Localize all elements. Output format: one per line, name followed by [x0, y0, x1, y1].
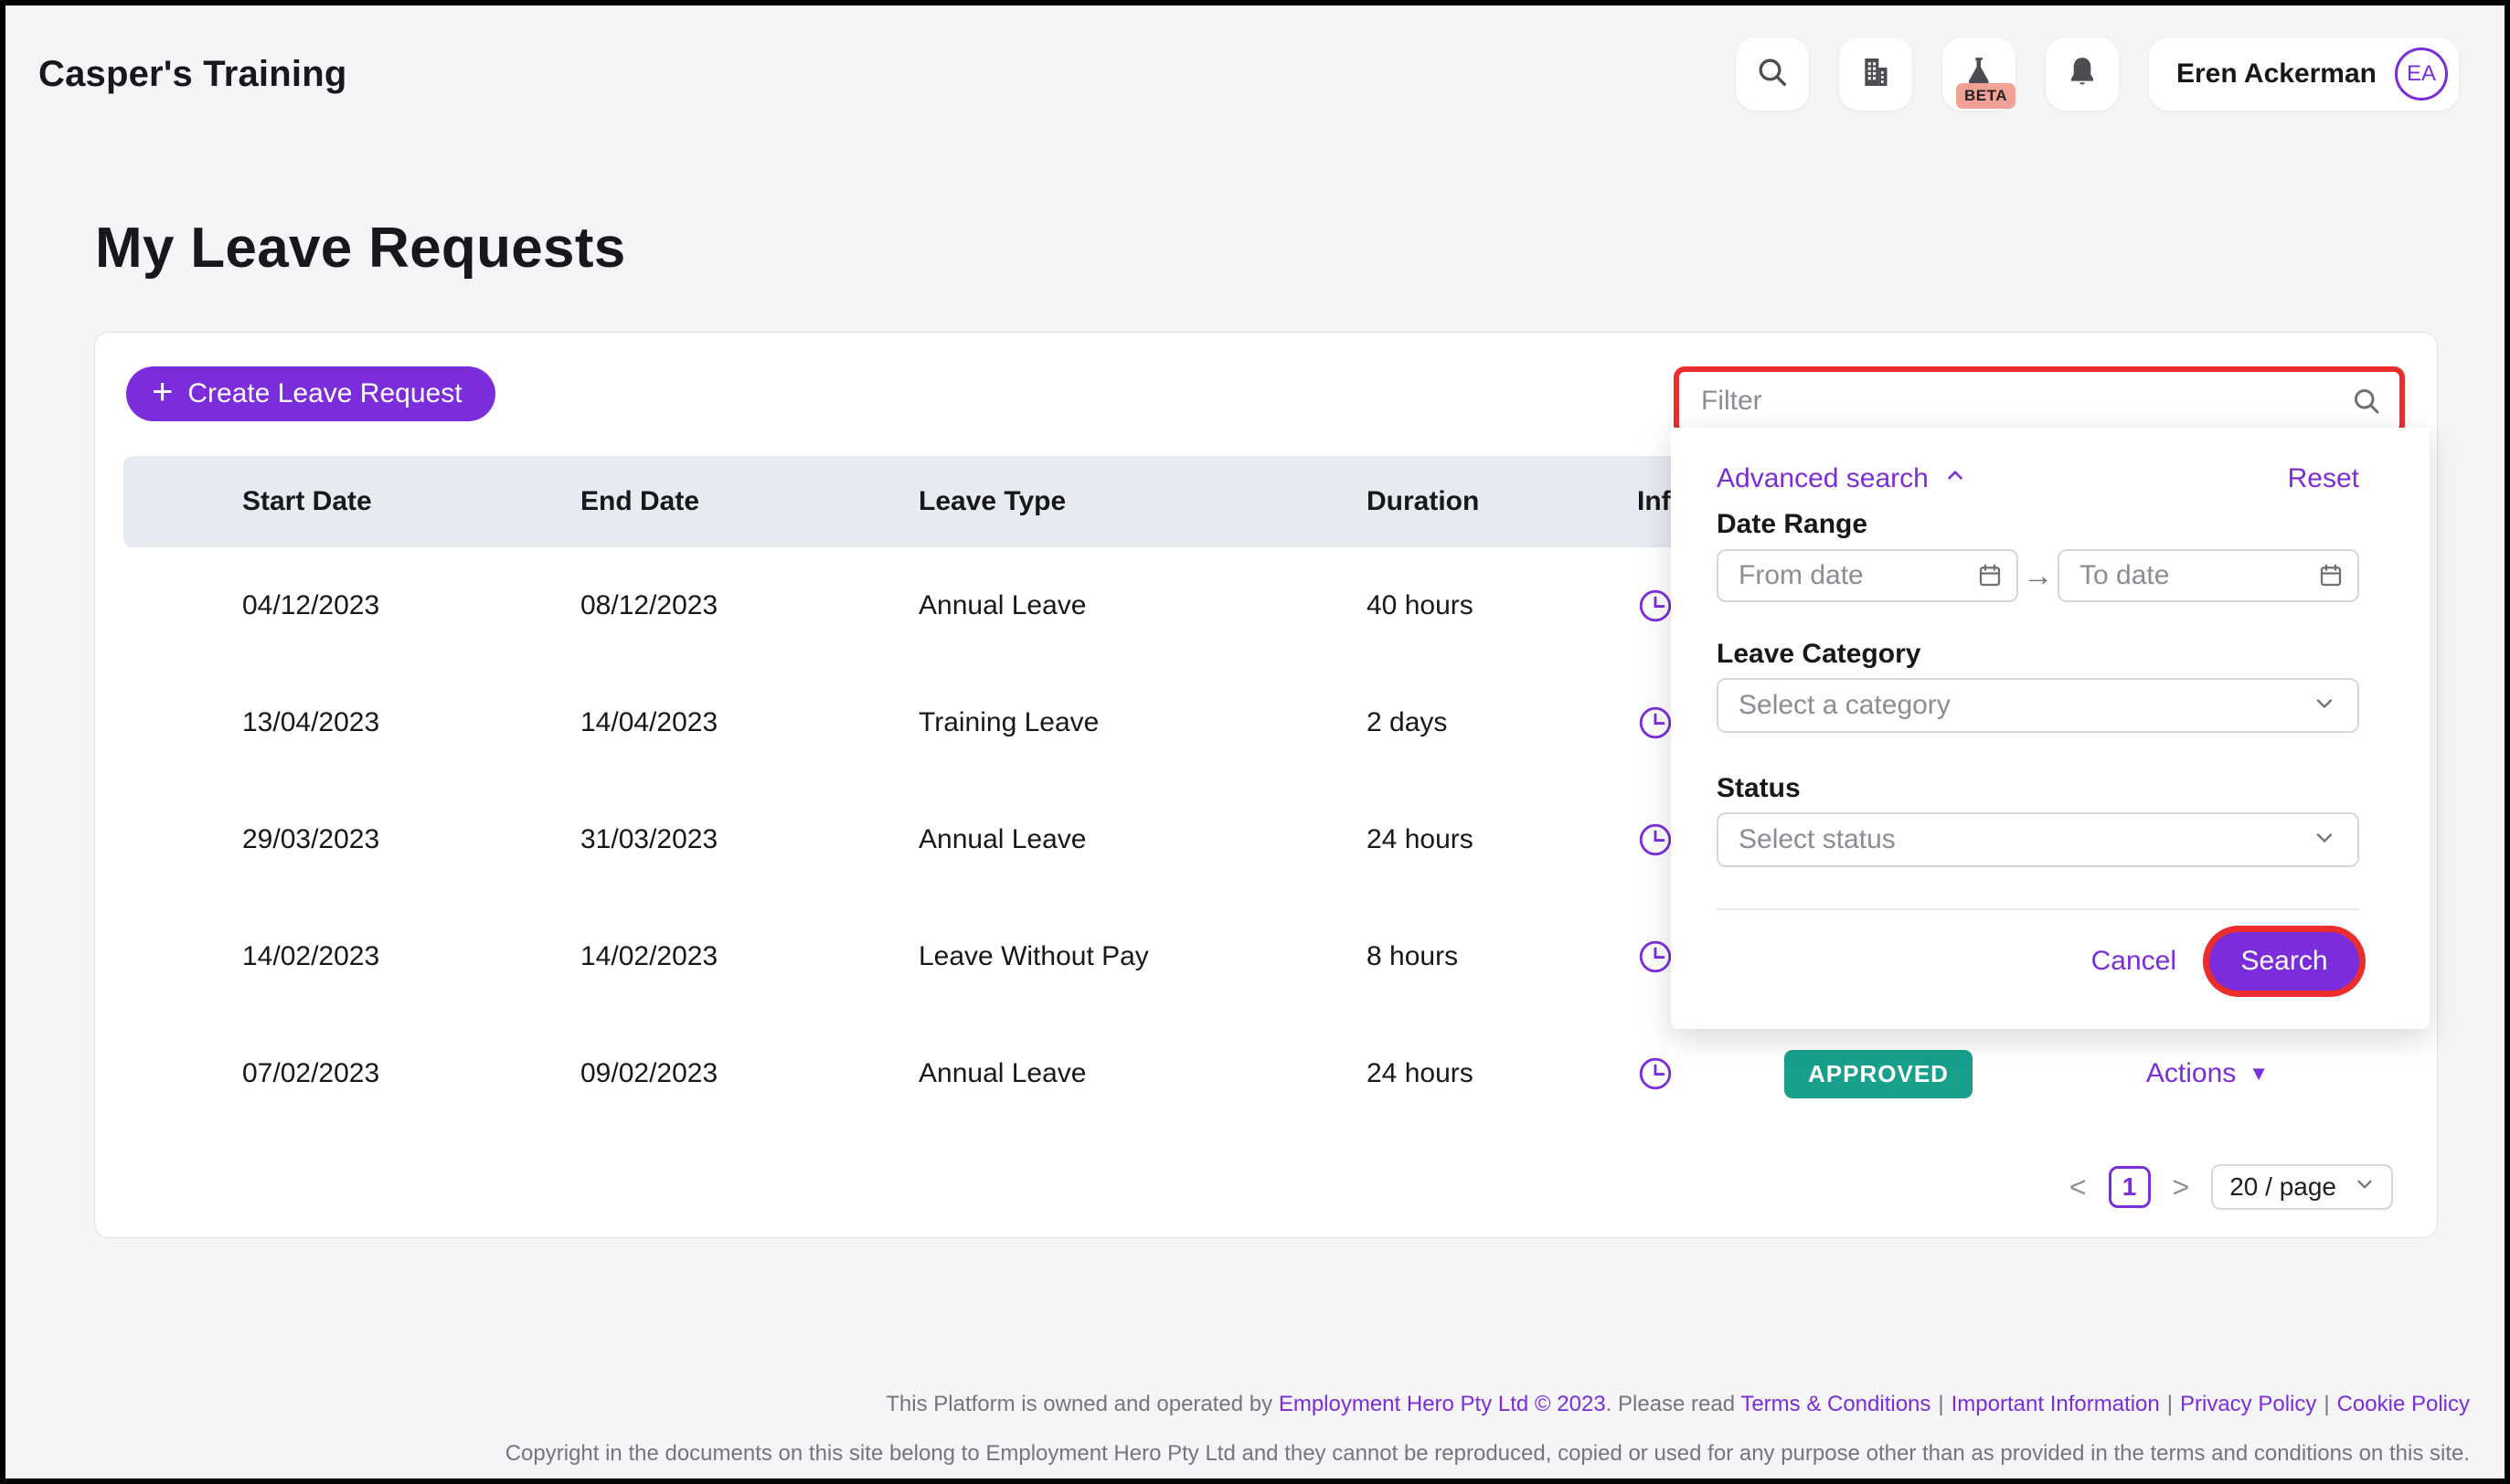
clock-info-icon[interactable]	[1637, 1055, 1674, 1092]
chevron-up-icon	[1943, 463, 1967, 494]
footer-text: . Please read	[1606, 1392, 1741, 1416]
cell-start-date: 13/04/2023	[123, 707, 580, 738]
actions-menu-button[interactable]: Actions ▼	[2061, 1058, 2409, 1089]
advanced-search-label: Advanced search	[1717, 463, 1929, 494]
cell-leave-type: Annual Leave	[919, 1058, 1367, 1089]
create-leave-request-label: Create Leave Request	[187, 378, 462, 409]
status-badge: APPROVED	[1784, 1050, 1973, 1098]
from-date-input[interactable]	[1717, 549, 2018, 602]
footer: This Platform is owned and operated by E…	[5, 1392, 2505, 1467]
column-header-leave-type: Leave Type	[919, 486, 1367, 517]
from-date-field	[1717, 549, 2018, 602]
cell-start-date: 07/02/2023	[123, 1058, 580, 1089]
advanced-search-toggle[interactable]: Advanced search	[1717, 463, 1967, 494]
column-header-duration: Duration	[1367, 486, 1622, 517]
clock-info-icon[interactable]	[1637, 938, 1674, 975]
footer-link-employment-hero[interactable]: Employment Hero Pty Ltd © 2023	[1279, 1392, 1606, 1416]
topbar: Casper's Training BETA	[5, 5, 2505, 143]
status-placeholder: Select status	[1739, 824, 1896, 855]
column-header-end-date: End Date	[580, 486, 919, 517]
status-label: Status	[1717, 772, 2359, 805]
date-range-label: Date Range	[1717, 508, 2359, 541]
cell-leave-type: Annual Leave	[919, 824, 1367, 855]
footer-link-important-information[interactable]: Important Information	[1952, 1392, 2160, 1416]
create-leave-request-button[interactable]: + Create Leave Request	[126, 366, 495, 421]
footer-link-privacy-policy[interactable]: Privacy Policy	[2180, 1392, 2316, 1416]
organisation-button[interactable]	[1839, 37, 1912, 111]
arrow-right-icon: →	[2023, 558, 2054, 594]
cell-end-date: 09/02/2023	[580, 1058, 919, 1089]
filter-input[interactable]	[1674, 366, 2405, 436]
cell-leave-type: Annual Leave	[919, 590, 1367, 621]
leave-requests-card: + Create Leave Request Start Date End Da…	[94, 332, 2438, 1238]
footer-line1: This Platform is owned and operated by E…	[40, 1392, 2470, 1417]
status-select[interactable]: Select status	[1717, 812, 2359, 867]
avatar: EA	[2395, 48, 2448, 101]
topbar-actions: BETA Eren Ackerman EA	[1736, 37, 2459, 111]
cell-start-date: 14/02/2023	[123, 941, 580, 972]
chevron-down-icon	[2353, 1172, 2377, 1203]
table-row: 07/02/2023 09/02/2023 Annual Leave 24 ho…	[123, 1015, 2409, 1132]
next-page-button[interactable]: >	[2169, 1171, 2194, 1204]
leave-category-placeholder: Select a category	[1739, 690, 1951, 721]
column-header-start-date: Start Date	[123, 486, 580, 517]
app-title: Casper's Training	[38, 54, 346, 95]
global-search-button[interactable]	[1736, 37, 1809, 111]
clock-info-icon[interactable]	[1637, 588, 1674, 624]
footer-separator: |	[1930, 1392, 1951, 1416]
to-date-input[interactable]	[2058, 549, 2359, 602]
cell-duration: 24 hours	[1367, 824, 1622, 855]
footer-separator: |	[2160, 1392, 2180, 1416]
clock-info-icon[interactable]	[1637, 822, 1674, 858]
user-name: Eren Ackerman	[2176, 58, 2377, 90]
card-toolbar: + Create Leave Request	[95, 333, 2437, 436]
reset-button[interactable]: Reset	[2288, 463, 2359, 494]
previous-page-button[interactable]: <	[2066, 1171, 2090, 1204]
leave-category-select[interactable]: Select a category	[1717, 678, 2359, 733]
chevron-down-icon	[2312, 691, 2337, 721]
notifications-button[interactable]	[2046, 37, 2119, 111]
search-icon	[1754, 54, 1791, 95]
chevron-down-icon	[2312, 825, 2337, 855]
cell-leave-type: Training Leave	[919, 707, 1367, 738]
footer-link-terms[interactable]: Terms & Conditions	[1740, 1392, 1930, 1416]
footer-separator: |	[2316, 1392, 2336, 1416]
leave-category-label: Leave Category	[1717, 638, 2359, 671]
advanced-search-panel: Advanced search Reset Date Range → Leave…	[1671, 428, 2430, 1029]
plus-icon: +	[152, 374, 173, 410]
clock-info-icon[interactable]	[1637, 705, 1674, 741]
current-page-button[interactable]: 1	[2109, 1166, 2151, 1208]
cell-leave-type: Leave Without Pay	[919, 941, 1367, 972]
footer-copyright: Copyright in the documents on this site …	[40, 1441, 2470, 1467]
panel-divider	[1717, 908, 2359, 910]
pagination: < 1 > 20 / page	[2066, 1164, 2393, 1210]
cell-duration: 24 hours	[1367, 1058, 1622, 1089]
actions-label: Actions	[2146, 1058, 2236, 1089]
cell-duration: 8 hours	[1367, 941, 1622, 972]
filter-area	[1674, 366, 2405, 436]
cell-start-date: 29/03/2023	[123, 824, 580, 855]
cell-end-date: 31/03/2023	[580, 824, 919, 855]
cell-duration: 2 days	[1367, 707, 1622, 738]
cancel-button[interactable]: Cancel	[2091, 946, 2176, 977]
cell-end-date: 08/12/2023	[580, 590, 919, 621]
user-menu[interactable]: Eren Ackerman EA	[2149, 37, 2459, 111]
building-icon	[1857, 54, 1894, 95]
beta-features-button[interactable]: BETA	[1942, 37, 2015, 111]
caret-down-icon: ▼	[2249, 1062, 2269, 1086]
cell-end-date: 14/02/2023	[580, 941, 919, 972]
to-date-field	[2058, 549, 2359, 602]
footer-link-cookie-policy[interactable]: Cookie Policy	[2337, 1392, 2470, 1416]
bell-icon	[2064, 54, 2101, 95]
search-button[interactable]: Search	[2209, 932, 2359, 991]
cell-duration: 40 hours	[1367, 590, 1622, 621]
page-size-value: 20 / page	[2229, 1172, 2336, 1202]
cell-start-date: 04/12/2023	[123, 590, 580, 621]
page-size-select[interactable]: 20 / page	[2211, 1164, 2393, 1210]
cell-end-date: 14/04/2023	[580, 707, 919, 738]
footer-text: This Platform is owned and operated by	[886, 1392, 1279, 1416]
app-window: Casper's Training BETA	[0, 0, 2510, 1484]
beta-badge: BETA	[1956, 83, 2015, 109]
page-title: My Leave Requests	[95, 216, 2505, 281]
